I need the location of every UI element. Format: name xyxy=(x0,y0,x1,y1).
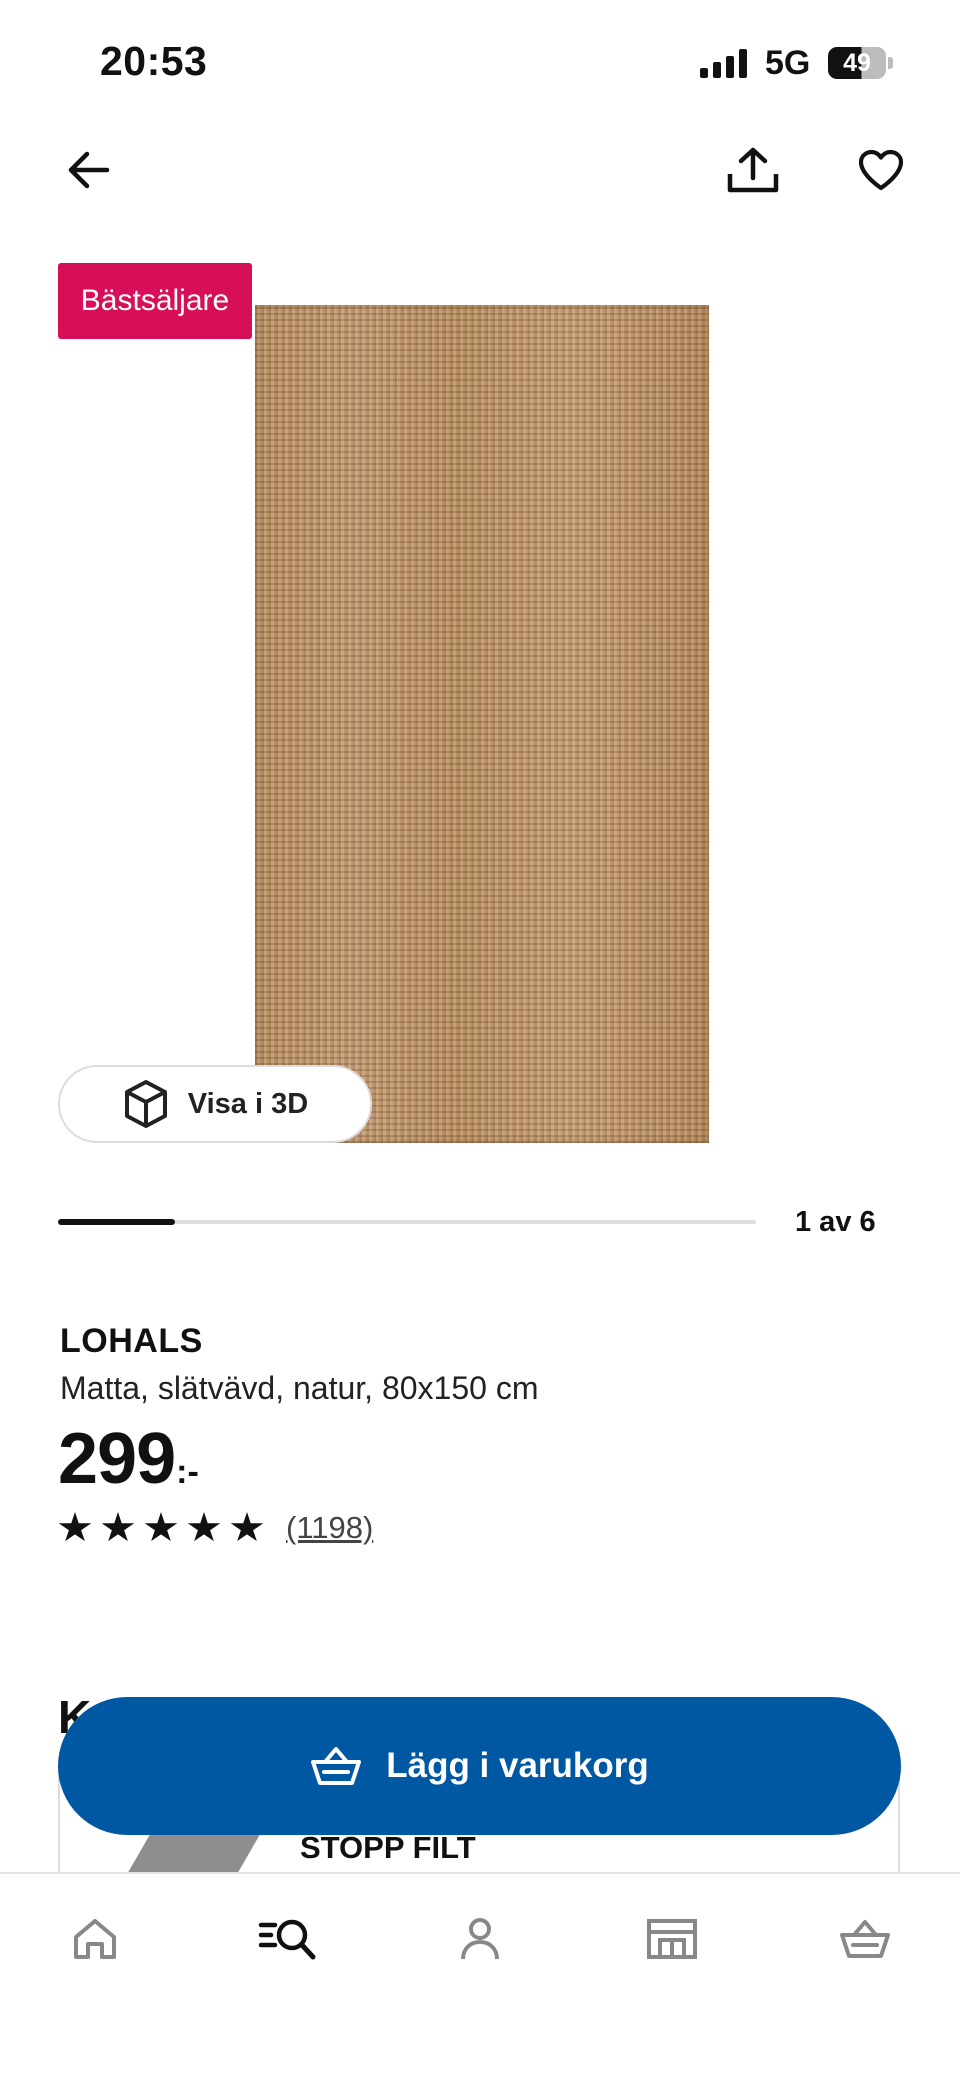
product-price: 299 :- xyxy=(58,1418,199,1500)
network-type: 5G xyxy=(765,44,811,82)
image-counter: 1 av 6 xyxy=(795,1206,876,1238)
profile-icon xyxy=(461,1918,499,1960)
price-main: 299 xyxy=(58,1419,176,1499)
home-icon xyxy=(74,1919,116,1959)
add-to-cart-button[interactable]: Lägg i varukorg xyxy=(58,1697,901,1835)
star-icon xyxy=(101,1512,135,1542)
star-icon xyxy=(187,1512,221,1542)
product-description: Matta, slätvävd, natur, 80x150 cm xyxy=(60,1370,539,1406)
bottom-navigation xyxy=(0,1872,960,2080)
star-icon xyxy=(144,1512,178,1542)
nav-home[interactable] xyxy=(60,1904,130,1974)
product-rating[interactable]: (1198) xyxy=(58,1510,373,1546)
battery-icon: 49 xyxy=(828,47,886,79)
nav-store[interactable] xyxy=(637,1904,707,1974)
cube-icon xyxy=(124,1080,167,1128)
star-icon xyxy=(58,1512,92,1542)
image-progress-track xyxy=(58,1219,756,1225)
star-icon xyxy=(230,1512,264,1542)
related-product-title: STOPP FILT xyxy=(300,1830,476,1865)
basket-icon xyxy=(311,1747,362,1785)
nav-search[interactable] xyxy=(252,1904,322,1974)
share-button[interactable] xyxy=(718,135,788,205)
search-icon xyxy=(258,1919,316,1960)
heart-icon xyxy=(858,149,904,191)
view-3d-button[interactable]: Visa i 3D xyxy=(58,1065,372,1143)
nav-profile[interactable] xyxy=(445,1904,515,1974)
add-to-cart-label: Lägg i varukorg xyxy=(386,1746,649,1785)
review-count-link[interactable]: (1198) xyxy=(286,1510,373,1546)
status-time: 20:53 xyxy=(100,38,208,84)
share-icon xyxy=(727,147,779,193)
product-image[interactable] xyxy=(255,305,709,1143)
product-name: LOHALS xyxy=(60,1322,203,1360)
arrow-left-icon xyxy=(68,151,110,189)
basket-icon xyxy=(840,1920,890,1958)
price-suffix: :- xyxy=(176,1453,199,1491)
back-button[interactable] xyxy=(53,135,123,205)
nav-basket[interactable] xyxy=(830,1904,900,1974)
favorite-button[interactable] xyxy=(846,135,916,205)
bestseller-badge: Bästsäljare xyxy=(58,263,252,339)
view-3d-label: Visa i 3D xyxy=(187,1087,309,1120)
cellular-signal-icon xyxy=(700,48,747,78)
battery-tip xyxy=(888,57,893,69)
store-icon xyxy=(647,1919,697,1959)
image-progress-fill xyxy=(58,1219,175,1225)
rating-stars xyxy=(58,1512,264,1544)
